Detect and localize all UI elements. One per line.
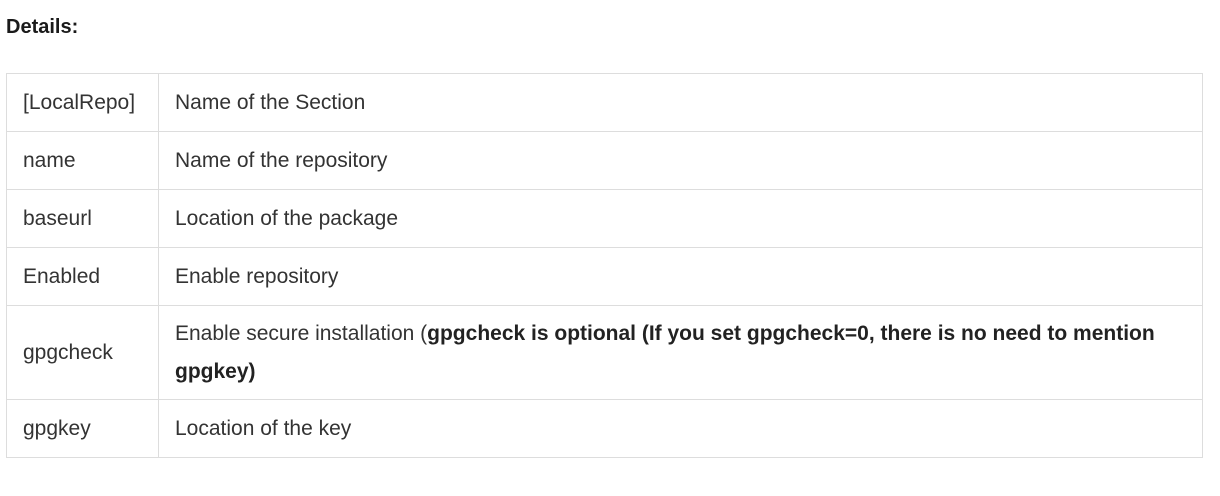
- table-row: Enabled Enable repository: [6, 247, 1203, 306]
- table-row: [LocalRepo] Name of the Section: [6, 73, 1203, 132]
- details-heading: Details:: [6, 16, 79, 38]
- row-value-cell: Enable repository: [158, 247, 1203, 306]
- row-key-cell: gpgcheck: [6, 305, 159, 400]
- row-key-cell: Enabled: [6, 247, 159, 306]
- table-row: gpgkey Location of the key: [6, 399, 1203, 458]
- table-row: name Name of the repository: [6, 131, 1203, 190]
- table-row: gpgcheck Enable secure installation (gpg…: [6, 305, 1203, 400]
- details-table: [LocalRepo] Name of the Section name Nam…: [6, 73, 1203, 458]
- row-key-cell: [LocalRepo]: [6, 73, 159, 132]
- row-value-cell: Name of the Section: [158, 73, 1203, 132]
- table-row: baseurl Location of the package: [6, 189, 1203, 248]
- row-value-cell: Enable secure installation (gpgcheck is …: [158, 305, 1203, 400]
- row-value-cell: Location of the key: [158, 399, 1203, 458]
- row-value-cell: Name of the repository: [158, 131, 1203, 190]
- row-key-cell: gpgkey: [6, 399, 159, 458]
- row-key-cell: baseurl: [6, 189, 159, 248]
- row-key-cell: name: [6, 131, 159, 190]
- row-value-text: Enable secure installation (: [175, 321, 428, 345]
- row-value-cell: Location of the package: [158, 189, 1203, 248]
